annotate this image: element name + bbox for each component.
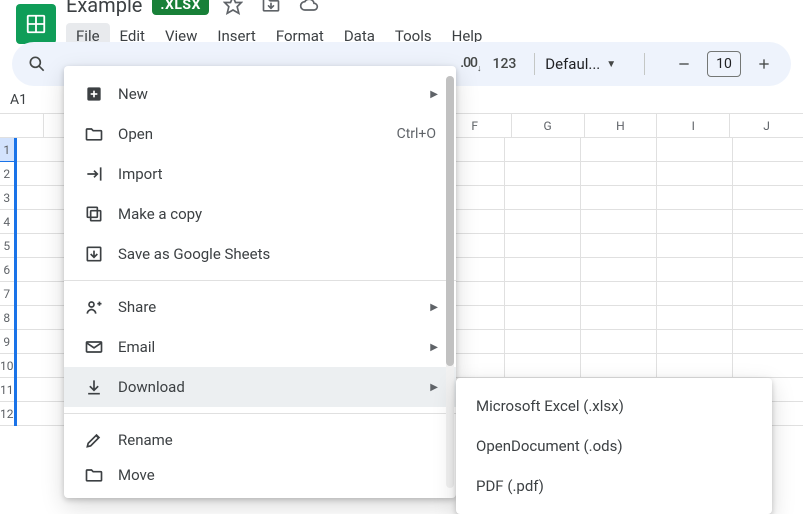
- col-header[interactable]: J: [730, 114, 803, 137]
- menu-item-label: Download: [118, 378, 185, 396]
- file-menu-import[interactable]: Import: [64, 154, 456, 194]
- file-menu-make-copy[interactable]: Make a copy: [64, 194, 456, 234]
- star-icon[interactable]: [223, 0, 243, 15]
- download-pdf[interactable]: PDF (.pdf): [456, 466, 772, 506]
- title-bar: Example .XLSX File Edit View Insert Form…: [0, 0, 803, 36]
- row-header[interactable]: 1: [0, 138, 14, 162]
- font-size-input[interactable]: 10: [707, 51, 741, 77]
- menu-item-label: Rename: [118, 431, 173, 449]
- email-icon: [84, 337, 104, 357]
- search-menus-icon[interactable]: [22, 47, 52, 81]
- row-header[interactable]: 9: [0, 330, 14, 354]
- file-menu-new[interactable]: New ▶: [64, 74, 456, 114]
- row-header[interactable]: 8: [0, 306, 14, 330]
- submenu-arrow-icon: ▶: [430, 89, 438, 100]
- col-header[interactable]: G: [512, 114, 585, 137]
- menu-item-label: Import: [118, 165, 163, 183]
- menu-item-label: Email: [118, 338, 155, 356]
- menu-item-label: Open: [118, 125, 153, 143]
- file-menu-share[interactable]: Share ▶: [64, 287, 456, 327]
- row-header[interactable]: 7: [0, 282, 14, 306]
- name-box[interactable]: A1: [0, 92, 54, 108]
- submenu-arrow-icon: ▶: [430, 342, 438, 353]
- download-icon: [84, 377, 104, 397]
- col-header[interactable]: I: [657, 114, 730, 137]
- file-menu-rename[interactable]: Rename: [64, 420, 456, 460]
- menu-item-label: Save as Google Sheets: [118, 245, 270, 263]
- save-icon: [84, 244, 104, 264]
- row-header[interactable]: 3: [0, 186, 14, 210]
- row-header[interactable]: 4: [0, 210, 14, 234]
- row-header[interactable]: 12: [0, 402, 14, 426]
- font-family-dropdown[interactable]: Defaul... ▼: [545, 55, 634, 73]
- xlsx-badge: .XLSX: [152, 0, 209, 15]
- copy-icon: [84, 204, 104, 224]
- toolbar-separator: [644, 53, 645, 75]
- folder-icon: [84, 124, 104, 144]
- toolbar-separator: [534, 53, 535, 75]
- submenu-arrow-icon: ▶: [430, 302, 438, 313]
- menu-separator: [64, 280, 456, 281]
- menu-item-label: New: [118, 85, 148, 103]
- menu-scrollbar[interactable]: [446, 76, 454, 488]
- download-submenu: Microsoft Excel (.xlsx) OpenDocument (.o…: [456, 378, 772, 514]
- share-icon: [84, 297, 104, 317]
- download-xlsx[interactable]: Microsoft Excel (.xlsx): [456, 386, 772, 426]
- file-menu-move[interactable]: Move: [64, 460, 456, 490]
- rename-icon: [84, 430, 104, 450]
- col-header[interactable]: H: [585, 114, 658, 137]
- increase-font-size-button[interactable]: [747, 47, 781, 81]
- keyboard-shortcut: Ctrl+O: [397, 126, 436, 142]
- file-menu-open[interactable]: Open Ctrl+O: [64, 114, 456, 154]
- menu-item-label: Make a copy: [118, 205, 202, 223]
- sheets-logo[interactable]: [16, 4, 56, 44]
- submenu-arrow-icon: ▶: [430, 382, 438, 393]
- move-icon: [84, 465, 104, 485]
- menu-item-label: Share: [118, 298, 156, 316]
- file-menu-download[interactable]: Download ▶: [64, 367, 456, 407]
- row-header[interactable]: 11: [0, 378, 14, 402]
- row-header[interactable]: 6: [0, 258, 14, 282]
- row-header[interactable]: 5: [0, 234, 14, 258]
- decrease-font-size-button[interactable]: [667, 47, 701, 81]
- file-menu-email[interactable]: Email ▶: [64, 327, 456, 367]
- download-ods[interactable]: OpenDocument (.ods): [456, 426, 772, 466]
- menu-item-label: Move: [118, 466, 155, 484]
- document-title[interactable]: Example: [66, 0, 142, 17]
- import-icon: [84, 164, 104, 184]
- file-menu-dropdown: New ▶ Open Ctrl+O Import Make a copy Sav…: [64, 66, 456, 498]
- move-to-folder-icon[interactable]: [261, 0, 281, 15]
- menu-separator: [64, 413, 456, 414]
- file-menu-save-google-sheets[interactable]: Save as Google Sheets: [64, 234, 456, 274]
- row-header[interactable]: 10: [0, 354, 14, 378]
- cloud-status-icon[interactable]: [299, 0, 319, 15]
- row-header[interactable]: 2: [0, 162, 14, 186]
- format-123-button[interactable]: 123: [493, 56, 517, 72]
- scrollbar-thumb[interactable]: [446, 76, 454, 366]
- chevron-down-icon: ▼: [606, 59, 616, 70]
- decrease-decimal-button[interactable]: .00↓: [460, 55, 480, 74]
- new-icon: [84, 84, 104, 104]
